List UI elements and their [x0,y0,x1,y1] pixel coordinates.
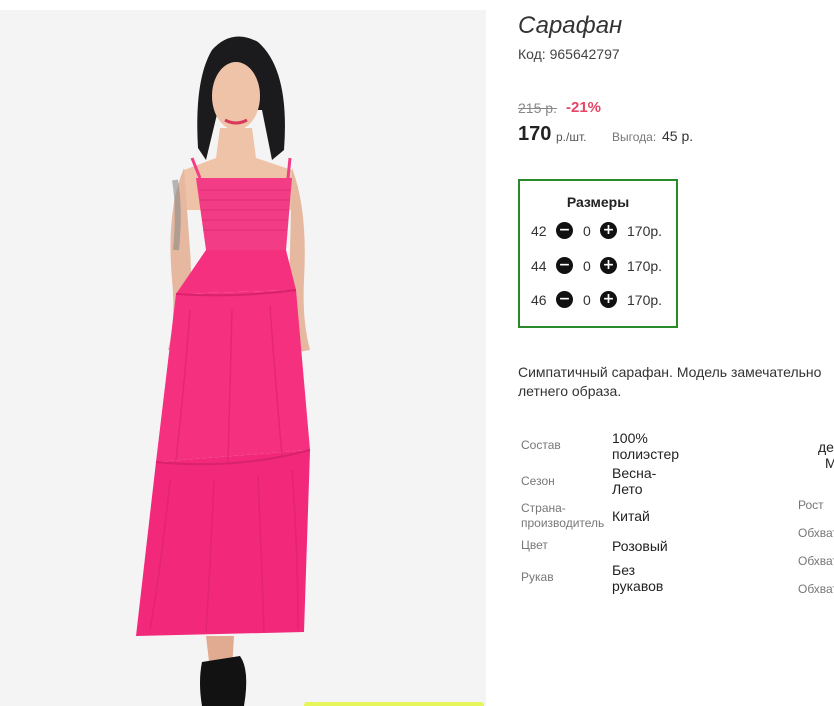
minus-icon: − [558,257,571,273]
size-row: 46 − 0 + 170р. [520,288,676,312]
spec-value: Розовый [612,538,668,554]
size-row: 42 − 0 + 170р. [520,219,676,243]
plus-icon: + [602,291,615,307]
decrease-quantity-button[interactable]: − [556,291,573,308]
price-unit: р./шт. [556,130,587,144]
quantity-value: 0 [583,223,591,239]
spec-label: Страна-производитель [521,501,605,530]
savings-label: Выгода: [612,130,657,144]
product-code: Код: 965642797 [518,46,620,62]
minus-icon: − [558,291,571,307]
decrease-quantity-button[interactable]: − [556,257,573,274]
description-line: летнего образа. [518,383,622,399]
minus-icon: − [558,222,571,238]
spec-value: Без рукавов [612,562,664,594]
size-selector: Размеры 42 − 0 + 170р. 44 − 0 + 170р. 46… [518,179,678,328]
measure-label: Обхват [798,582,834,596]
description-line: Симпатичный сарафан. Модель замечательно [518,364,822,380]
quantity-value: 0 [583,292,591,308]
size-label: 42 [531,223,547,239]
decrease-quantity-button[interactable]: − [556,222,573,239]
size-row: 44 − 0 + 170р. [520,254,676,278]
spec-label: Рукав [521,570,554,584]
spec-label: Цвет [521,538,548,552]
plus-icon: + [602,257,615,273]
increase-quantity-button[interactable]: + [600,222,617,239]
spec-label: Состав [521,438,561,452]
spec-value: Китай [612,508,650,524]
model-in-pink-dress-image [0,10,486,706]
size-chart-heading: де [818,439,834,455]
size-chart-heading: М [825,455,834,471]
size-price: 170р. [627,223,663,239]
current-price: 170 [518,123,552,145]
spec-value: 100% полиэстер [612,430,680,462]
increase-quantity-button[interactable]: + [600,257,617,274]
measure-label: Обхват [798,526,834,540]
product-description: Симпатичный сарафан. Модель замечательно… [518,363,834,401]
measure-label: Обхват [798,554,834,568]
plus-icon: + [602,222,615,238]
size-price: 170р. [627,258,663,274]
discount-badge: -21% [566,99,602,116]
sizes-title: Размеры [566,194,630,210]
promo-banner-strip[interactable] [304,702,484,706]
increase-quantity-button[interactable]: + [600,291,617,308]
quantity-value: 0 [583,258,591,274]
product-photo[interactable] [0,10,486,706]
old-price: 215 р. [518,100,557,116]
savings-value: 45 р. [662,128,694,144]
measure-label: Рост [798,498,824,512]
size-price: 170р. [627,292,663,308]
size-label: 46 [531,292,547,308]
spec-value: Весна-Лето [612,465,657,497]
size-label: 44 [531,258,547,274]
product-title: Сарафан [518,12,623,39]
spec-label: Сезон [521,474,555,488]
